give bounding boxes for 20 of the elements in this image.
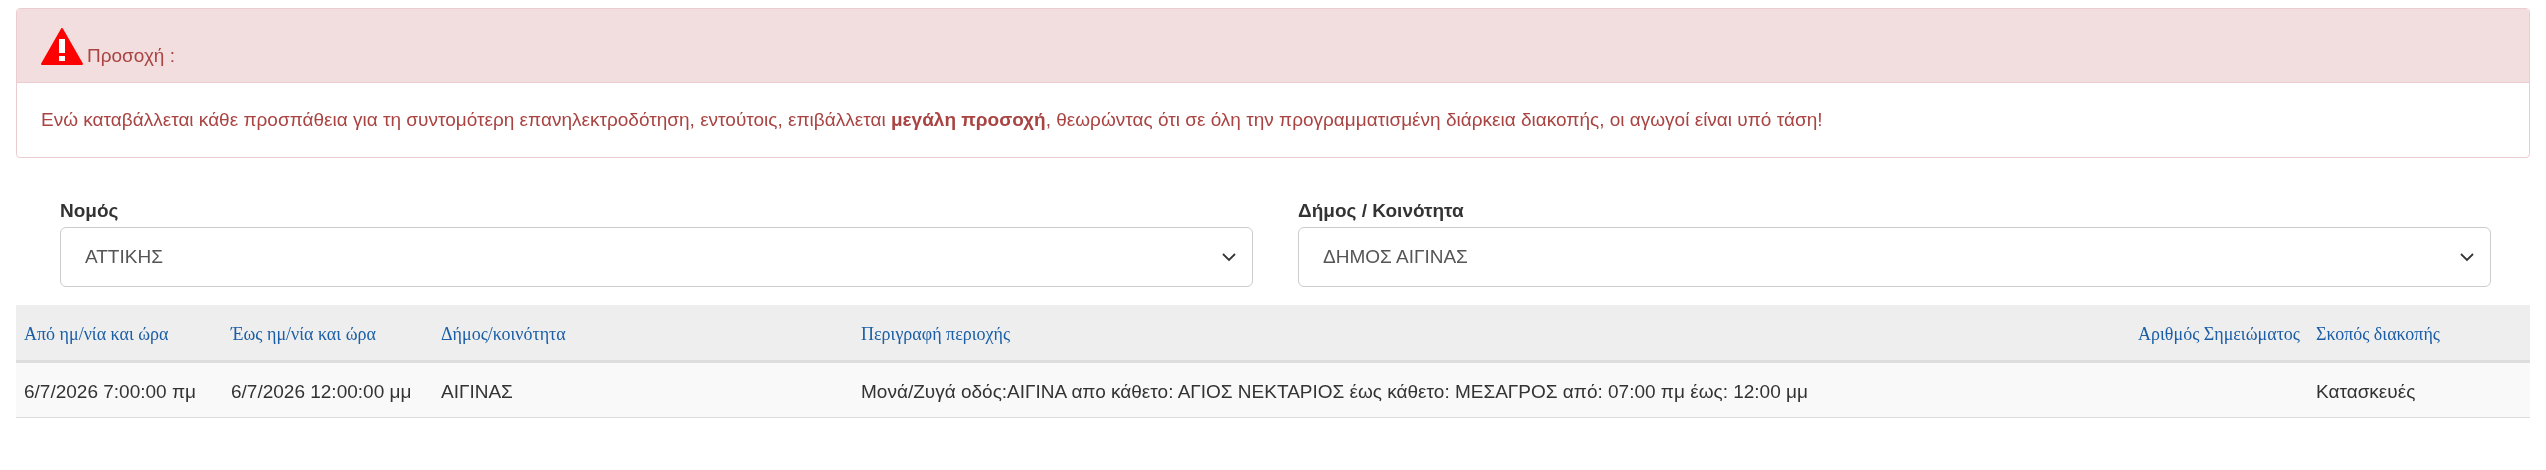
warning-icon [41, 28, 83, 66]
select-field[interactable]: ΑΤΤΙΚΗΣ [60, 227, 1253, 287]
column-header[interactable]: Δήμος/κοινότητα [433, 305, 853, 361]
chevron-down-icon [2460, 252, 2474, 262]
table-cell: 6/7/2026 7:00:00 πμ [24, 380, 196, 402]
field-label: Δήμος / Κοινότητα [1298, 199, 1465, 223]
alert-title: Προσοχή : [87, 43, 175, 68]
column-header[interactable]: Σκοπός διακοπής [2308, 305, 2530, 361]
alert-message: Ενώ καταβάλλεται κάθε προσπάθεια για τη συντομότερη επανηλεκτροδότηση, εντούτοις, επιβάλλεται μεγάλη προσοχή, θεωρώντας ότι σε όλη την προγραμματισμένη διάρκεια διακοπής, οι αγωγοί είναι υπό τάση! [41, 107, 1823, 132]
field-label: Νομός [60, 199, 120, 223]
column-header[interactable]: Έως ημ/νία και ώρα [223, 305, 433, 361]
column-header[interactable]: Περιγραφή περιοχής [853, 305, 2083, 361]
table-cell: ΑΙΓΙΝΑΣ [441, 380, 513, 402]
chevron-down-icon [1222, 252, 1236, 262]
select-field[interactable]: ΔΗΜΟΣ ΑΙΓΙΝΑΣ [1298, 227, 2491, 287]
table-cell: 6/7/2026 12:00:00 μμ [231, 380, 412, 402]
column-header[interactable]: Από ημ/νία και ώρα [16, 305, 223, 361]
table-cell: Κατασκευές [2316, 380, 2416, 402]
table-cell: Μονά/Ζυγά οδός:ΑΙΓΙΝΑ απο κάθετο: ΑΓΙΟΣ ΝΕΚΤΑΡΙΟΣ έως κάθετο: ΜΕΣΑΓΡΟΣ από: 07:00 πμ έως: 12:00 μμ [861, 380, 1808, 402]
column-header[interactable]: Αριθμός Σημειώματος [2083, 305, 2308, 361]
